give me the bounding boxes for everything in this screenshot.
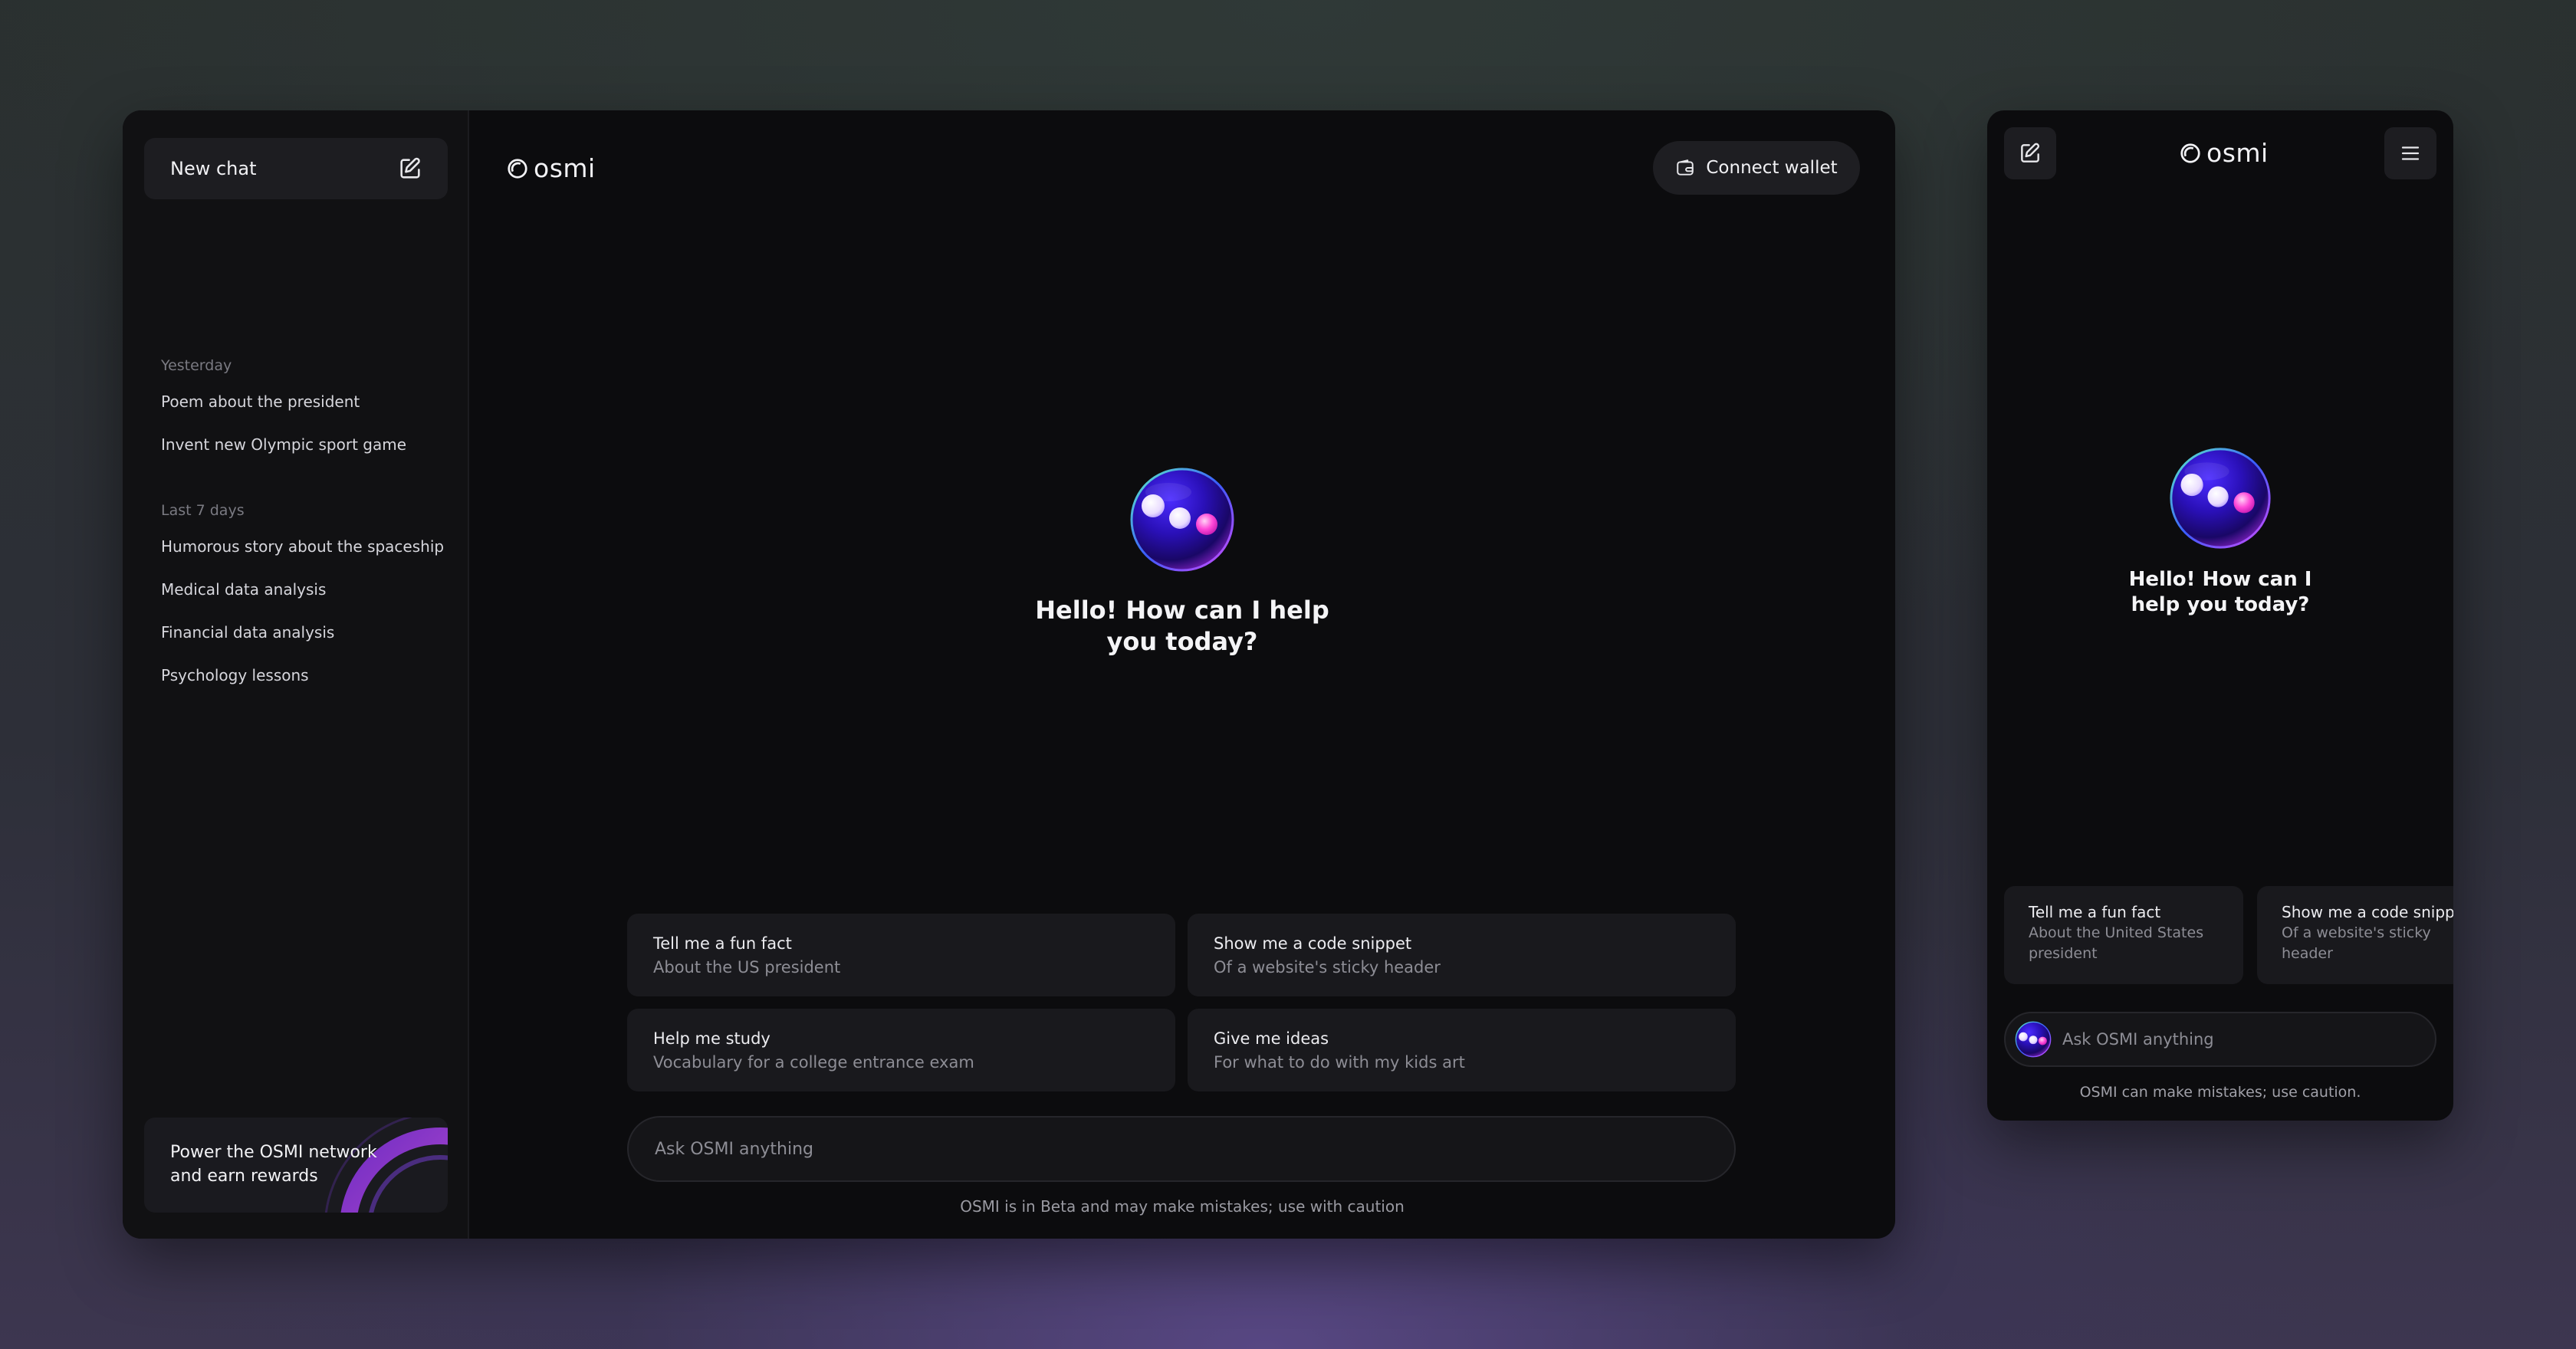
suggestion-card[interactable]: Show me a code snippet Of a website's st… [1188,914,1736,996]
suggestion-card[interactable]: Show me a code snippet Of a website's st… [2257,886,2453,984]
history-item[interactable]: Psychology lessons [161,654,452,697]
history-heading: Yesterday [161,357,232,374]
suggestion-subtitle: For what to do with my kids art [1214,1053,1465,1072]
history-group-yesterday: Yesterday Poem about the president Inven… [161,351,452,466]
promo-banner[interactable]: Power the OSMI network and earn rewards [144,1118,448,1213]
osmi-logo-icon [2180,143,2200,163]
hamburger-menu-icon [2401,146,2420,160]
suggestion-title: Tell me a fun fact [653,934,792,953]
suggestion-card[interactable]: Give me ideas For what to do with my kid… [1188,1009,1736,1091]
history-item[interactable]: Poem about the president [161,380,452,423]
osmi-logo-icon [508,158,527,179]
suggestion-subtitle: Vocabulary for a college entrance exam [653,1053,974,1072]
mobile-app-window: osmi Hello! How can I help you today? Te… [1987,110,2453,1121]
new-chat-label: New chat [170,158,257,179]
chat-main: osmi Connect wallet Hello! How can I hel… [469,110,1895,1239]
compose-icon [2021,143,2040,162]
osmi-orb-avatar-small [2015,1021,2052,1058]
suggestion-card[interactable]: Help me study Vocabulary for a college e… [627,1009,1175,1091]
suggestion-subtitle: Of a website's sticky header [2282,924,2431,962]
chat-input[interactable] [655,1139,1734,1159]
connect-wallet-button[interactable]: Connect wallet [1653,141,1860,195]
suggestion-title: Show me a code snippet [2282,903,2453,921]
connect-wallet-label: Connect wallet [1706,158,1838,178]
history-item[interactable]: Financial data analysis [161,611,452,654]
desktop-app-window: New chat Yesterday Poem about the presid… [123,110,1895,1239]
mobile-new-chat-button[interactable] [2004,127,2056,179]
logo-text: osmi [534,153,596,183]
suggestion-title: Tell me a fun fact [2029,903,2161,921]
logo-text: osmi [2206,138,2269,168]
mobile-osmi-logo[interactable]: osmi [2179,138,2269,168]
welcome-hero: Hello! How can I help you today? [469,466,1895,658]
chat-input[interactable] [2062,1030,2400,1049]
osmi-logo[interactable]: osmi [506,153,596,183]
chat-input-box[interactable] [627,1116,1736,1182]
suggestion-subtitle: About the United States president [2029,924,2204,962]
history-item[interactable]: Invent new Olympic sport game [161,423,452,466]
suggestion-grid: Tell me a fun fact About the US presiden… [627,914,1736,1091]
promo-text: Power the OSMI network and earn rewards [170,1143,377,1186]
greeting-text: Hello! How can I help you today? [1035,596,1329,656]
history-item[interactable]: Medical data analysis [161,568,452,611]
compose-icon [400,157,420,179]
history-heading: Last 7 days [161,502,245,519]
history-group-last-7-days: Last 7 days Humorous story about the spa… [161,496,452,697]
suggestion-card[interactable]: Tell me a fun fact About the US presiden… [627,914,1175,996]
osmi-orb-avatar [2170,448,2271,549]
beta-disclaimer: OSMI is in Beta and may make mistakes; u… [960,1197,1405,1216]
new-chat-button[interactable]: New chat [144,138,448,199]
suggestion-card[interactable]: Tell me a fun fact About the United Stat… [2004,886,2243,984]
mobile-suggestion-row: Tell me a fun fact About the United Stat… [2004,886,2453,984]
suggestion-title: Show me a code snippet [1214,934,1412,953]
suggestion-title: Help me study [653,1029,770,1048]
mobile-disclaimer: OSMI can make mistakes; use caution. [2079,1084,2361,1101]
suggestion-subtitle: Of a website's sticky header [1214,958,1441,976]
history-item[interactable]: Humorous story about the spaceship [161,525,452,568]
mobile-menu-button[interactable] [2384,127,2436,179]
suggestion-subtitle: About the US president [653,958,841,976]
greeting-text: Hello! How can I help you today? [2128,568,2312,616]
mobile-welcome-hero: Hello! How can I help you today? [1987,446,2453,618]
sidebar: New chat Yesterday Poem about the presid… [123,110,469,1239]
wallet-icon [1677,159,1694,176]
osmi-orb-avatar [1130,468,1234,572]
mobile-chat-input-box[interactable] [2004,1012,2436,1067]
suggestion-title: Give me ideas [1214,1029,1329,1048]
